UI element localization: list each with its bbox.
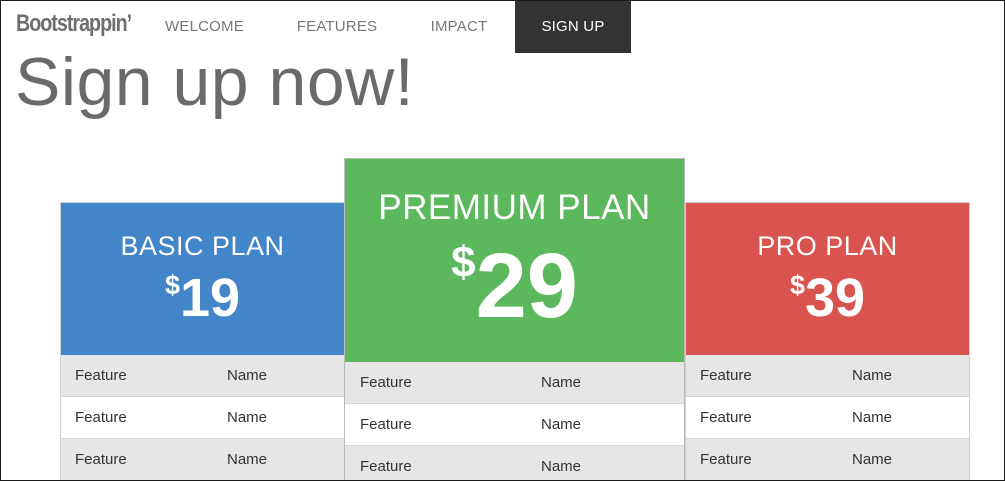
- brand-logo[interactable]: Bootstrappin’: [16, 10, 132, 38]
- currency-symbol: $: [451, 238, 476, 287]
- plan-name: PREMIUM PLAN: [378, 188, 651, 227]
- feature-value: Name: [541, 374, 582, 391]
- plan-card-basic: BASIC PLAN $19 Feature Name Feature Name F…: [60, 202, 345, 480]
- feature-row: Feature Name: [686, 355, 969, 397]
- plan-header-pro: PRO PLAN $39: [686, 203, 969, 355]
- feature-list: Feature Name Feature Name Feature Name: [345, 362, 684, 480]
- feature-row: Feature Name: [61, 355, 344, 397]
- feature-row: Feature Name: [345, 404, 684, 446]
- feature-label: Feature: [75, 367, 127, 384]
- page-title: Sign up now!: [15, 44, 415, 120]
- plan-header-basic: BASIC PLAN $19: [61, 203, 344, 355]
- feature-list: Feature Name Feature Name Feature Name: [686, 355, 969, 480]
- feature-value: Name: [852, 409, 893, 426]
- feature-list: Feature Name Feature Name Feature Name: [61, 355, 344, 480]
- plan-card-premium: PREMIUM PLAN $29 Feature Name Feature Name…: [344, 158, 685, 480]
- currency-symbol: $: [789, 270, 805, 300]
- feature-label: Feature: [700, 367, 752, 384]
- feature-row: Feature Name: [61, 439, 344, 480]
- feature-label: Feature: [360, 374, 412, 391]
- plan-price: $39: [686, 268, 969, 328]
- feature-label: Feature: [360, 416, 412, 433]
- feature-value: Name: [227, 409, 268, 426]
- feature-label: Feature: [700, 409, 752, 426]
- feature-row: Feature Name: [345, 362, 684, 404]
- price-amount: 29: [475, 235, 578, 337]
- plan-name: PRO PLAN: [757, 231, 898, 261]
- feature-value: Name: [852, 451, 893, 468]
- nav-item-sign-up[interactable]: SIGN UP: [515, 1, 631, 53]
- currency-symbol: $: [164, 270, 180, 300]
- feature-value: Name: [541, 416, 582, 433]
- feature-label: Feature: [75, 409, 127, 426]
- plan-price: $29: [345, 236, 684, 336]
- plan-price: $19: [61, 268, 344, 328]
- price-amount: 19: [179, 268, 241, 328]
- feature-row: Feature Name: [61, 397, 344, 439]
- plan-card-pro: PRO PLAN $39 Feature Name Feature Name Fea…: [685, 202, 970, 480]
- browser-viewport: Bootstrappin’ WELCOME FEATURES IMPACT SI…: [0, 0, 1005, 481]
- feature-label: Feature: [360, 458, 412, 475]
- feature-value: Name: [227, 451, 268, 468]
- feature-value: Name: [541, 458, 582, 475]
- feature-row: Feature Name: [345, 446, 684, 480]
- feature-row: Feature Name: [686, 397, 969, 439]
- feature-row: Feature Name: [686, 439, 969, 480]
- plan-header-premium: PREMIUM PLAN $29: [345, 159, 684, 362]
- nav-item-impact[interactable]: IMPACT: [405, 1, 513, 53]
- feature-label: Feature: [75, 451, 127, 468]
- price-amount: 39: [804, 268, 866, 328]
- feature-label: Feature: [700, 451, 752, 468]
- feature-value: Name: [227, 367, 268, 384]
- feature-value: Name: [852, 367, 893, 384]
- plan-name: BASIC PLAN: [120, 231, 285, 261]
